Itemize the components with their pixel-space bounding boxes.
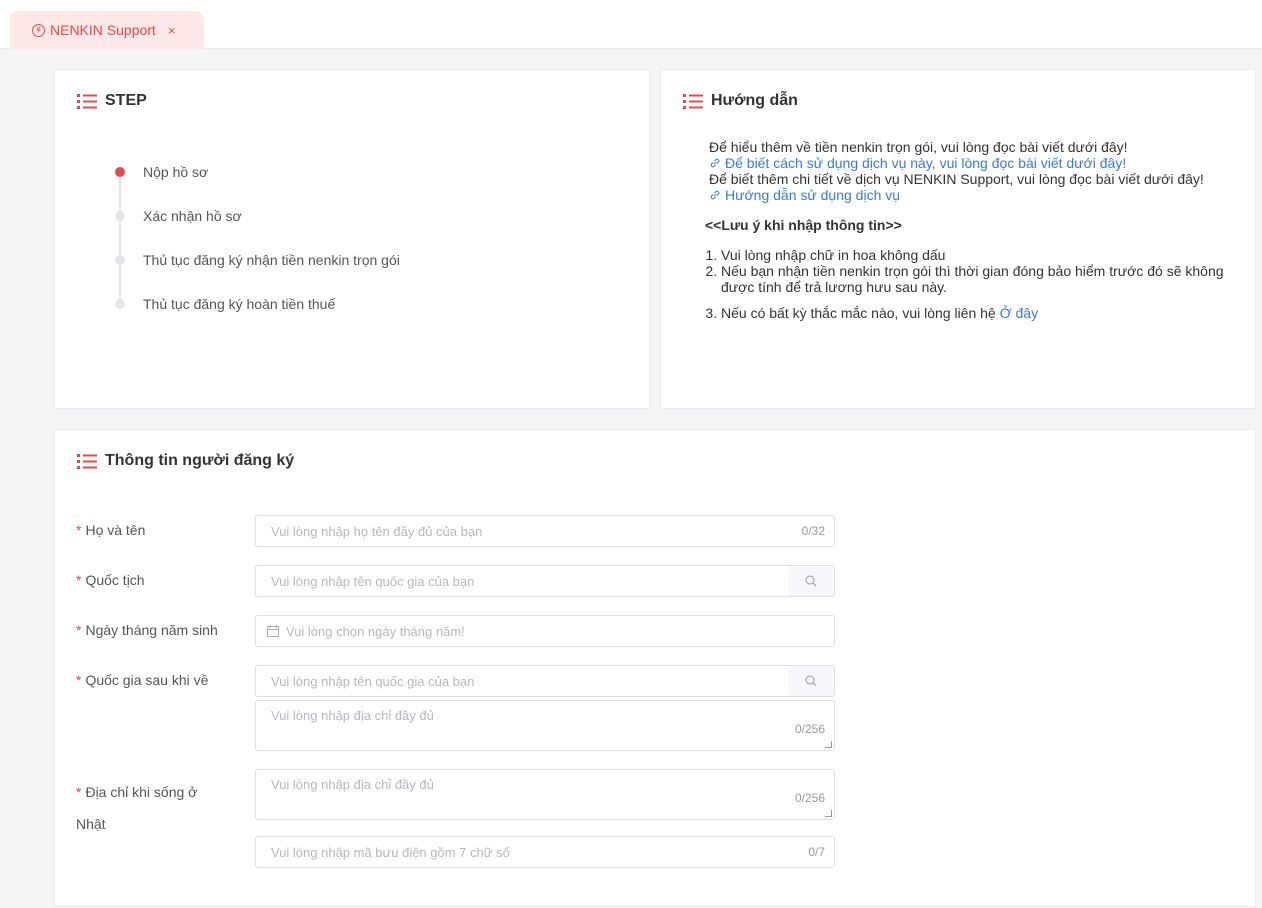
step-item: Thủ tục đăng ký hoàn tiền thuế <box>115 282 400 326</box>
nationality-search-button[interactable] <box>788 565 835 597</box>
form-card-title: Thông tin người đăng ký <box>77 452 294 470</box>
placeholder: Vui lòng nhập địa chỉ đầy đủ <box>271 777 434 792</box>
fullname-label: * Họ và tên <box>76 522 145 538</box>
required-mark: * <box>76 622 82 638</box>
step-title: STEP <box>105 92 147 109</box>
tab-nenkin-support[interactable]: ¥ NENKIN Support × <box>10 11 204 49</box>
label-text: Ngày tháng năm sinh <box>85 622 218 638</box>
guide-link-service-guide[interactable]: Hướng dẫn sử dụng dịch vụ <box>709 187 900 203</box>
guide-content: Để hiểu thêm về tiền nenkin trọn gói, vu… <box>705 139 1239 321</box>
note-3-text: Nếu có bất kỳ thắc mắc nào, vui lòng liê… <box>721 305 1000 321</box>
list-icon <box>77 453 97 469</box>
registrant-form-card: Thông tin người đăng ký * Họ và tên Vui l… <box>54 429 1256 907</box>
placeholder: Vui lòng nhập mã bưu điện gồm 7 chữ số <box>271 844 510 860</box>
resize-handle[interactable] <box>825 741 832 748</box>
link-icon <box>710 190 720 200</box>
resize-handle[interactable] <box>825 810 832 817</box>
guide-link-2-text: Hướng dẫn sử dụng dịch vụ <box>725 187 901 203</box>
label-text: Địa chỉ khi sống ở <box>85 784 198 800</box>
guide-title: Hướng dẫn <box>711 92 798 109</box>
fullname-input[interactable]: Vui lòng nhập họ tên đầy đủ của bạn 0/32 <box>255 515 835 547</box>
return-country-label: * Quốc gia sau khi về <box>76 672 208 688</box>
placeholder: Vui lòng nhập họ tên đầy đủ của bạn <box>271 523 483 539</box>
step-card: STEP Nộp hồ sơ Xác nhận hồ sơ Thủ tục đă… <box>54 69 650 409</box>
step-label: Thủ tục đăng ký hoàn tiền thuế <box>143 296 336 312</box>
contact-here-link[interactable]: Ở đây <box>1000 305 1038 321</box>
char-counter: 0/32 <box>801 524 825 538</box>
search-icon <box>805 575 817 587</box>
note-item: Nếu có bất kỳ thắc mắc nào, vui lòng liê… <box>721 305 1239 321</box>
guide-card: Hướng dẫn Để hiểu thêm về tiền nenkin tr… <box>660 69 1256 409</box>
char-counter: 0/256 <box>794 791 825 805</box>
guide-line-2: Để biết thêm chi tiết về dịch vụ NENKIN … <box>709 171 1204 187</box>
step-dot <box>115 299 125 309</box>
label-text: Quốc tịch <box>85 572 145 588</box>
japan-address-label: * Địa chỉ khi sống ở Nhật <box>76 776 197 840</box>
step-item: Thủ tục đăng ký nhận tiền nenkin trọn gó… <box>115 238 400 282</box>
return-country-search-button[interactable] <box>788 665 835 697</box>
required-mark: * <box>76 572 82 588</box>
close-icon[interactable]: × <box>168 23 176 38</box>
label-text: Nhật <box>76 816 106 832</box>
form-title: Thông tin người đăng ký <box>105 452 295 469</box>
japan-address-textarea[interactable]: Vui lòng nhập địa chỉ đầy đủ 0/256 <box>255 769 835 820</box>
guide-link-1-text: Để biết cách sử dụng dịch vụ này, vui lò… <box>725 155 1127 171</box>
guide-link-usage-article[interactable]: Để biết cách sử dụng dịch vụ này, vui lò… <box>709 155 1126 171</box>
list-icon <box>683 93 703 109</box>
label-text: Họ và tên <box>85 522 146 538</box>
placeholder: Vui lòng nhập tên quốc gia của bạn <box>271 573 475 589</box>
step-dot <box>115 211 125 221</box>
note-list: Vui lòng nhập chữ in hoa không dấu Nếu b… <box>709 247 1239 321</box>
step-card-title: STEP <box>77 92 147 110</box>
required-mark: * <box>76 672 82 688</box>
postal-code-input[interactable]: Vui lòng nhập mã bưu điện gồm 7 chữ số 0… <box>255 836 835 868</box>
step-item: Nộp hồ sơ <box>115 150 400 194</box>
step-dot-active <box>115 167 125 177</box>
label-text: Quốc gia sau khi về <box>85 672 209 688</box>
step-list: Nộp hồ sơ Xác nhận hồ sơ Thủ tục đăng ký… <box>115 150 400 326</box>
note-item: Vui lòng nhập chữ in hoa không dấu <box>721 247 1239 263</box>
return-address-textarea[interactable]: Vui lòng nhập địa chỉ đầy đủ 0/256 <box>255 700 835 751</box>
step-label: Nộp hồ sơ <box>143 164 209 180</box>
required-mark: * <box>76 784 82 800</box>
guide-line-1: Để hiểu thêm về tiền nenkin trọn gói, vu… <box>709 139 1128 155</box>
note-item: Nếu bạn nhận tiền nenkin trọn gói thì th… <box>721 263 1239 295</box>
return-country-input[interactable]: Vui lòng nhập tên quốc gia của bạn <box>255 665 789 697</box>
nationality-input[interactable]: Vui lòng nhập tên quốc gia của bạn <box>255 565 789 597</box>
step-item: Xác nhận hồ sơ <box>115 194 400 238</box>
nationality-label: * Quốc tịch <box>76 572 145 588</box>
step-label: Xác nhận hồ sơ <box>143 208 242 224</box>
search-icon <box>805 675 817 687</box>
guide-card-title: Hướng dẫn <box>683 92 798 110</box>
placeholder: Vui lòng nhập địa chỉ đầy đủ <box>271 708 434 723</box>
char-counter: 0/256 <box>794 722 825 736</box>
placeholder: Vui lòng nhập tên quốc gia của bạn <box>271 673 475 689</box>
birthday-date-picker[interactable]: Vui lòng chọn ngày tháng năm! <box>255 615 835 647</box>
calendar-icon <box>267 625 279 637</box>
tab-bar: ¥ NENKIN Support × <box>0 0 1262 49</box>
placeholder: Vui lòng chọn ngày tháng năm! <box>286 623 465 639</box>
step-dot <box>115 255 125 265</box>
required-mark: * <box>76 522 82 538</box>
step-label: Thủ tục đăng ký nhận tiền nenkin trọn gó… <box>143 252 400 268</box>
tab-label: NENKIN Support <box>50 22 156 38</box>
note-title: <<Lưu ý khi nhập thông tin>> <box>705 217 902 233</box>
birthday-label: * Ngày tháng năm sinh <box>76 622 218 638</box>
char-counter: 0/7 <box>808 845 825 859</box>
yen-icon: ¥ <box>32 23 45 37</box>
list-icon <box>77 93 97 109</box>
link-icon <box>710 158 720 168</box>
